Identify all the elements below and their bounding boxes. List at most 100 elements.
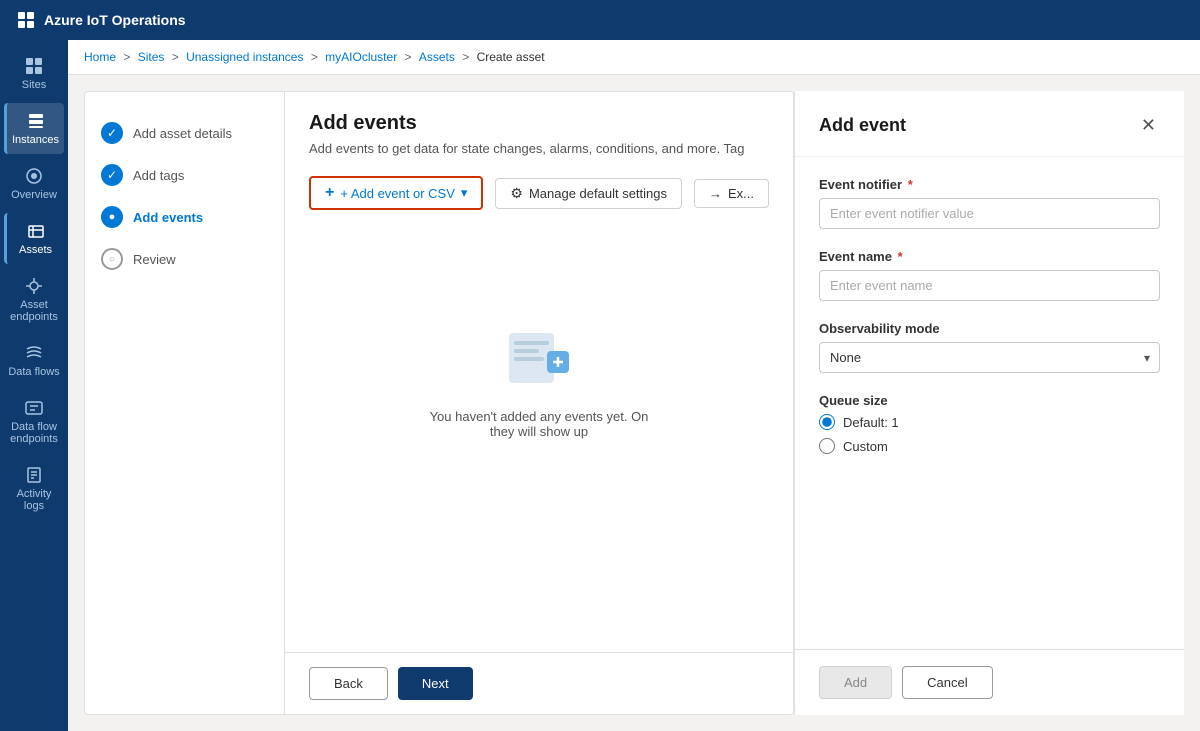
instances-icon <box>26 111 46 131</box>
sidebar-label-overview: Overview <box>11 189 57 201</box>
panel-title: Add events <box>309 112 769 135</box>
step-label-4: Review <box>133 252 176 267</box>
assets-icon <box>26 221 46 241</box>
app-title: Azure IoT Operations <box>44 12 186 28</box>
sidebar-item-asset-endpoints[interactable]: Asset endpoints <box>4 268 64 331</box>
sidebar-label-asset-endpoints: Asset endpoints <box>8 299 60 323</box>
add-event-body: Event notifier * Event name * <box>795 157 1184 649</box>
breadcrumb-cluster[interactable]: myAIOcluster <box>325 50 397 64</box>
sites-icon <box>24 56 44 76</box>
observability-mode-select[interactable]: None Log Gauge Histogram <box>819 342 1160 373</box>
wizard-step-tags[interactable]: ✓ Add tags <box>101 154 268 196</box>
breadcrumb-unassigned[interactable]: Unassigned instances <box>186 50 303 64</box>
dropdown-arrow-icon: ▾ <box>461 185 468 201</box>
sidebar-item-activity-logs[interactable]: Activity logs <box>4 457 64 520</box>
panel-body: Add events Add events to get data for st… <box>285 92 793 652</box>
event-name-group: Event name * <box>819 249 1160 301</box>
wizard-steps: ✓ Add asset details ✓ Add tags ● Add eve… <box>84 91 284 715</box>
sidebar-label-instances: Instances <box>12 134 59 146</box>
asset-endpoints-icon <box>24 276 44 296</box>
sidebar-label-data-flow-endpoints: Data flow endpoints <box>8 421 60 445</box>
observability-mode-group: Observability mode None Log Gauge Histog… <box>819 321 1160 373</box>
queue-size-default-radio[interactable] <box>819 414 835 430</box>
back-button[interactable]: Back <box>309 667 388 700</box>
add-event-footer: Add Cancel <box>795 649 1184 715</box>
next-button[interactable]: Next <box>398 667 473 700</box>
event-notifier-group: Event notifier * <box>819 177 1160 229</box>
sidebar-label-sites: Sites <box>22 79 46 91</box>
step-circle-1: ✓ <box>101 122 123 144</box>
wizard-step-review[interactable]: ○ Review <box>101 238 268 280</box>
add-button[interactable]: Add <box>819 666 892 699</box>
queue-size-label: Queue size <box>819 393 1160 408</box>
breadcrumb-home[interactable]: Home <box>84 50 116 64</box>
top-bar: Azure IoT Operations <box>0 0 1200 40</box>
main-panel: Add events Add events to get data for st… <box>284 91 794 715</box>
empty-state-message2: they will show up <box>490 424 588 439</box>
overview-icon <box>24 166 44 186</box>
queue-size-custom-radio[interactable] <box>819 438 835 454</box>
export-label: Ex... <box>728 186 754 201</box>
gear-icon: ⚙ <box>510 185 523 202</box>
data-flows-icon <box>24 343 44 363</box>
toolbar: + + Add event or CSV ▾ ⚙ Manage default … <box>309 176 769 210</box>
event-notifier-label: Event notifier * <box>819 177 1160 192</box>
queue-size-custom-label: Custom <box>843 439 888 454</box>
empty-state: You haven't added any events yet. On the… <box>309 226 769 526</box>
sidebar: Sites Instances Overview Assets <box>0 40 68 731</box>
breadcrumb-sites[interactable]: Sites <box>138 50 165 64</box>
manage-default-settings-button[interactable]: ⚙ Manage default settings <box>495 178 682 209</box>
queue-size-group: Queue size Default: 1 Custom <box>819 393 1160 454</box>
empty-state-icon <box>499 313 579 393</box>
breadcrumb-current: Create asset <box>477 50 545 64</box>
step-label-1: Add asset details <box>133 126 232 141</box>
add-event-button[interactable]: + + Add event or CSV ▾ <box>309 176 483 210</box>
queue-size-default-label: Default: 1 <box>843 415 899 430</box>
step-circle-2: ✓ <box>101 164 123 186</box>
wizard-step-asset-details[interactable]: ✓ Add asset details <box>101 112 268 154</box>
breadcrumb: Home > Sites > Unassigned instances > my… <box>68 40 1200 75</box>
manage-label: Manage default settings <box>529 186 667 201</box>
sidebar-item-overview[interactable]: Overview <box>4 158 64 209</box>
sidebar-item-instances[interactable]: Instances <box>4 103 64 154</box>
add-event-header: Add event ✕ <box>795 91 1184 157</box>
cancel-button[interactable]: Cancel <box>902 666 992 699</box>
activity-logs-icon <box>24 465 44 485</box>
add-event-title: Add event <box>819 115 906 136</box>
add-event-label: + Add event or CSV <box>340 186 455 201</box>
sidebar-label-assets: Assets <box>19 244 52 256</box>
add-event-panel: Add event ✕ Event notifier * <box>794 91 1184 715</box>
queue-size-default[interactable]: Default: 1 <box>819 414 1160 430</box>
sidebar-label-activity-logs: Activity logs <box>8 488 60 512</box>
close-panel-button[interactable]: ✕ <box>1137 111 1160 140</box>
app-logo-icon <box>16 10 36 30</box>
step-circle-3: ● <box>101 206 123 228</box>
observability-mode-select-wrapper: None Log Gauge Histogram ▾ <box>819 342 1160 373</box>
panel-desc: Add events to get data for state changes… <box>309 141 769 156</box>
queue-size-custom[interactable]: Custom <box>819 438 1160 454</box>
sidebar-item-assets[interactable]: Assets <box>4 213 64 264</box>
queue-size-radio-group: Default: 1 Custom <box>819 414 1160 454</box>
event-name-input[interactable] <box>819 270 1160 301</box>
event-name-label: Event name * <box>819 249 1160 264</box>
page-body: ✓ Add asset details ✓ Add tags ● Add eve… <box>68 75 1200 731</box>
event-notifier-input[interactable] <box>819 198 1160 229</box>
sidebar-item-sites[interactable]: Sites <box>4 48 64 99</box>
breadcrumb-assets[interactable]: Assets <box>419 50 455 64</box>
wizard-step-events[interactable]: ● Add events <box>101 196 268 238</box>
app-logo: Azure IoT Operations <box>16 10 186 30</box>
step-label-3: Add events <box>133 210 203 225</box>
empty-state-message: You haven't added any events yet. On <box>430 409 649 424</box>
required-marker-2: * <box>898 249 903 264</box>
export-button[interactable]: → Ex... <box>694 179 769 208</box>
sidebar-item-data-flows[interactable]: Data flows <box>4 335 64 386</box>
sidebar-item-data-flow-endpoints[interactable]: Data flow endpoints <box>4 390 64 453</box>
required-marker-1: * <box>908 177 913 192</box>
observability-mode-label: Observability mode <box>819 321 1160 336</box>
panel-footer: Back Next <box>285 652 793 714</box>
sidebar-label-data-flows: Data flows <box>8 366 59 378</box>
step-label-2: Add tags <box>133 168 184 183</box>
content-area: Home > Sites > Unassigned instances > my… <box>68 40 1200 731</box>
arrow-icon: → <box>709 186 722 201</box>
plus-icon: + <box>325 184 334 202</box>
